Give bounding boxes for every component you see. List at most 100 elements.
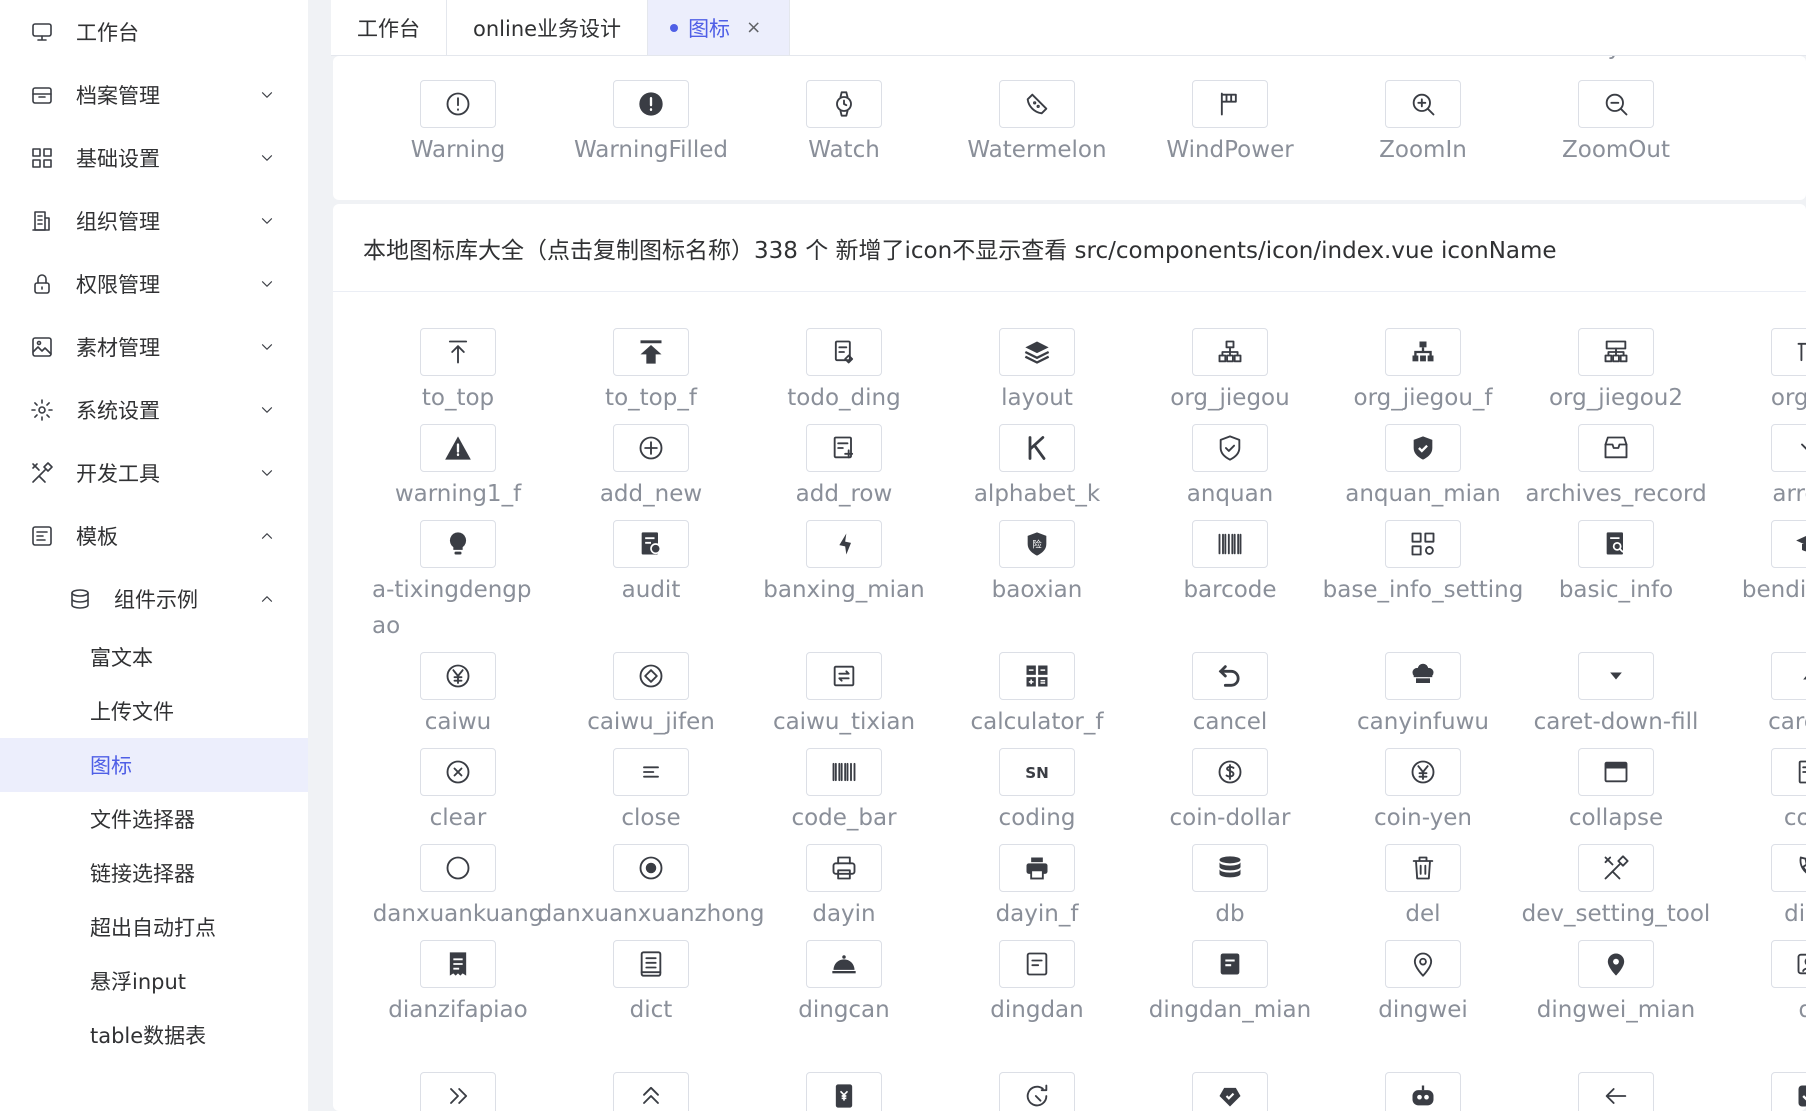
icon-cell[interactable]: coin-yen xyxy=(1327,748,1519,836)
icon-cell[interactable]: archives_record xyxy=(1520,424,1712,512)
icon-cell[interactable]: danxuanxuanzhong xyxy=(538,844,764,932)
icon-cell[interactable]: bendisheng xyxy=(1713,520,1806,608)
sidebar-item-1[interactable]: 档案管理 xyxy=(0,63,308,126)
icon-cell[interactable]: caret-down-fill xyxy=(1520,652,1712,740)
icon-cell[interactable]: audit xyxy=(555,520,747,608)
icon-cell[interactable]: alphabet_k xyxy=(941,424,1133,512)
icon-cell[interactable]: base_info_setting xyxy=(1323,520,1523,608)
local-icons-panel: 本地图标库大全（点击复制图标名称）338 个 新增了icon不显示查看 src/… xyxy=(333,204,1806,1111)
icon-cell[interactable]: to_top xyxy=(362,328,554,416)
icon-cell[interactable]: add_new xyxy=(555,424,747,512)
icon-cell[interactable] xyxy=(1713,1072,1806,1111)
icon-cell[interactable]: canyinfuwu xyxy=(1327,652,1519,740)
icon-cell[interactable] xyxy=(748,1072,940,1111)
icon-cell[interactable]: caiwu xyxy=(362,652,554,740)
icon-cell[interactable]: del xyxy=(1327,844,1519,932)
sidebar-leaf-3[interactable]: 文件选择器 xyxy=(0,792,308,846)
contract-icon xyxy=(1771,748,1806,796)
icon-cell[interactable]: WarningFilled xyxy=(555,80,747,168)
icon-cell[interactable]: cancel xyxy=(1134,652,1326,740)
sidebar-submenu-components[interactable]: 组件示例 xyxy=(0,567,308,630)
icon-cell[interactable]: di xyxy=(1713,940,1806,1028)
icon-cell[interactable]: layout xyxy=(941,328,1133,416)
icon-cell[interactable]: Warning xyxy=(362,80,554,168)
icon-cell[interactable]: dev_setting_tool xyxy=(1520,844,1712,932)
icon-cell[interactable]: Watermelon xyxy=(941,80,1133,168)
icon-cell[interactable]: clear xyxy=(362,748,554,836)
close-icon[interactable]: × xyxy=(746,17,761,38)
add-row-icon xyxy=(806,424,882,472)
icon-cell[interactable]: danxuankuang xyxy=(362,844,554,932)
sidebar-leaf-7[interactable]: table数据表 xyxy=(0,1008,308,1062)
icon-cell[interactable]: todo_ding xyxy=(748,328,940,416)
icon-cell[interactable]: dianzifapiao xyxy=(362,940,554,1028)
icon-cell[interactable]: dayin xyxy=(748,844,940,932)
icon-cell[interactable] xyxy=(555,1072,747,1111)
icon-cell[interactable]: dingdan_mian xyxy=(1134,940,1326,1028)
element-icons-panel: User UserFilled Van VideoCameraVideoCameraF… xyxy=(333,56,1806,200)
icon-cell[interactable]: caret-u xyxy=(1713,652,1806,740)
icon-cell[interactable]: basic_info xyxy=(1520,520,1712,608)
icon-cell[interactable]: 险 baoxian xyxy=(941,520,1133,608)
icon-cell[interactable]: add_row xyxy=(748,424,940,512)
chevron-down-icon xyxy=(1771,424,1806,472)
sidebar-item-3[interactable]: 组织管理 xyxy=(0,189,308,252)
sidebar-item-6[interactable]: 系统设置 xyxy=(0,378,308,441)
icon-cell[interactable]: org_jiegou xyxy=(1134,328,1326,416)
icon-cell[interactable] xyxy=(362,1072,554,1111)
sidebar-leaf-5[interactable]: 超出自动打点 xyxy=(0,900,308,954)
icon-cell[interactable]: WindPower xyxy=(1134,80,1326,168)
icon-cell[interactable] xyxy=(1520,1072,1712,1111)
icon-cell[interactable]: caiwu_tixian xyxy=(748,652,940,740)
icon-cell[interactable]: coin-dollar xyxy=(1134,748,1326,836)
icon-cell[interactable]: dict xyxy=(555,940,747,1028)
icon-cell[interactable]: ZoomOut xyxy=(1520,80,1712,168)
icon-cell[interactable]: SN coding xyxy=(941,748,1133,836)
icon-cell[interactable]: cont xyxy=(1713,748,1806,836)
icon-cell[interactable]: dayin_f xyxy=(941,844,1133,932)
sidebar-item-2[interactable]: 基础设置 xyxy=(0,126,308,189)
icon-cell[interactable] xyxy=(1134,1072,1326,1111)
icon-cell[interactable]: anquan xyxy=(1134,424,1326,512)
icon-cell[interactable]: dingdan xyxy=(941,940,1133,1028)
icon-cell[interactable]: dingwei xyxy=(1327,940,1519,1028)
icon-cell[interactable] xyxy=(941,1072,1133,1111)
sidebar-leaf-1[interactable]: 上传文件 xyxy=(0,684,308,738)
icon-cell[interactable]: anquan_mian xyxy=(1327,424,1519,512)
icon-cell[interactable]: arrow- xyxy=(1713,424,1806,512)
icon-cell[interactable]: org_jie xyxy=(1713,328,1806,416)
icon-cell[interactable]: dingwei_mian xyxy=(1520,940,1712,1028)
sidebar-leaf-2[interactable]: 图标 xyxy=(0,738,308,792)
sidebar-item-0[interactable]: 工作台 xyxy=(0,0,308,63)
tab-2[interactable]: 图标 × xyxy=(648,0,791,55)
order-filled-icon xyxy=(1192,940,1268,988)
icon-cell[interactable]: collapse xyxy=(1520,748,1712,836)
archive-icon xyxy=(28,81,56,109)
icon-cell[interactable]: calculator_f xyxy=(941,652,1133,740)
icon-cell[interactable]: code_bar xyxy=(748,748,940,836)
sidebar-leaf-0[interactable]: 富文本 xyxy=(0,630,308,684)
sidebar-item-7[interactable]: 开发工具 xyxy=(0,441,308,504)
sidebar-item-8[interactable]: 模板 xyxy=(0,504,308,567)
icon-cell[interactable]: org_jiegou_f xyxy=(1327,328,1519,416)
icon-cell[interactable] xyxy=(1327,1072,1519,1111)
icon-cell[interactable]: dian xyxy=(1713,844,1806,932)
icon-cell[interactable]: barcode xyxy=(1134,520,1326,608)
icon-cell[interactable]: ZoomIn xyxy=(1327,80,1519,168)
sidebar-item-4[interactable]: 权限管理 xyxy=(0,252,308,315)
sidebar-item-5[interactable]: 素材管理 xyxy=(0,315,308,378)
tab-1[interactable]: online业务设计 xyxy=(447,0,649,55)
icon-cell[interactable]: to_top_f xyxy=(555,328,747,416)
sidebar-leaf-4[interactable]: 链接选择器 xyxy=(0,846,308,900)
icon-cell[interactable]: close xyxy=(555,748,747,836)
icon-cell[interactable]: caiwu_jifen xyxy=(555,652,747,740)
tab-0[interactable]: 工作台 xyxy=(331,0,447,55)
icon-cell[interactable]: org_jiegou2 xyxy=(1520,328,1712,416)
icon-cell[interactable]: banxing_mian xyxy=(748,520,940,608)
sidebar-leaf-6[interactable]: 悬浮input xyxy=(0,954,308,1008)
icon-cell[interactable]: db xyxy=(1134,844,1326,932)
icon-cell[interactable]: warning1_f xyxy=(362,424,554,512)
icon-cell[interactable]: Watch xyxy=(748,80,940,168)
icon-cell[interactable]: dingcan xyxy=(748,940,940,1028)
icon-cell[interactable]: a-tixingdengpao xyxy=(362,520,554,644)
